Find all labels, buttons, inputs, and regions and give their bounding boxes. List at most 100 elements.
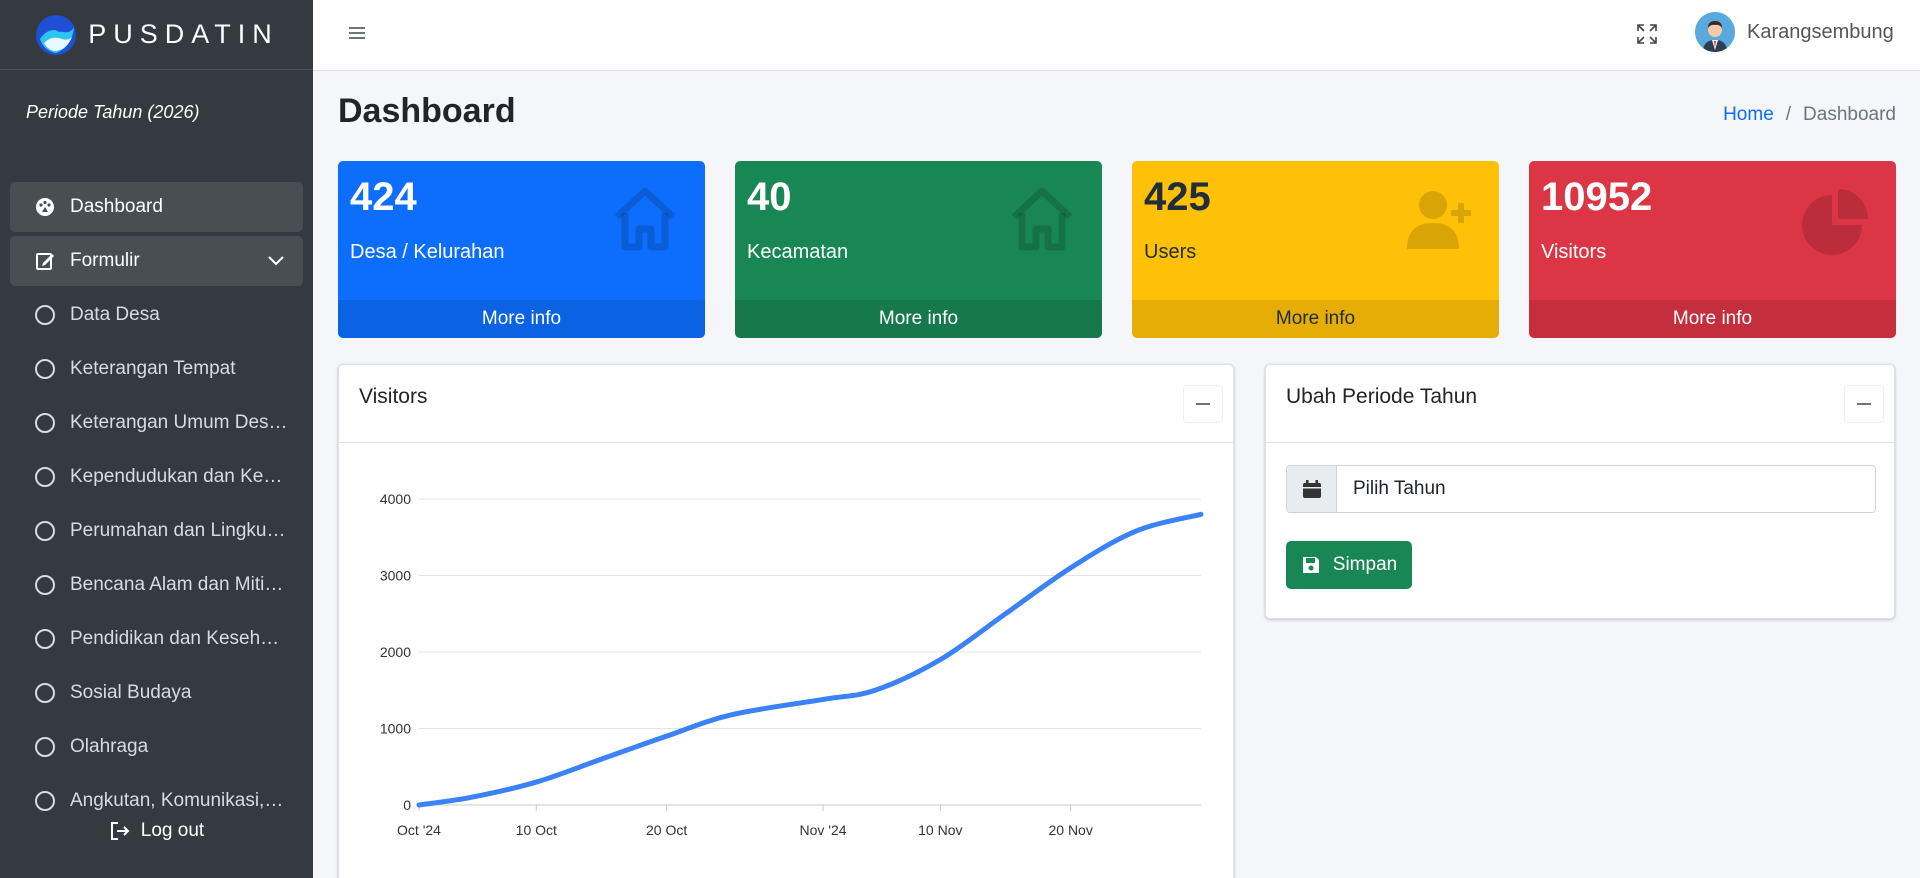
stat-card-users: 425 Users More info xyxy=(1132,161,1499,338)
sidebar-item-label: Keterangan Tempat xyxy=(70,358,236,379)
panel-title: Visitors xyxy=(359,385,428,408)
sidebar-item-data-desa[interactable]: Data Desa xyxy=(10,290,303,340)
fullscreen-icon[interactable] xyxy=(1635,22,1659,46)
minus-icon xyxy=(1196,403,1210,405)
sidebar-item-label: Bencana Alam dan Miti… xyxy=(70,574,284,595)
y-tick-label: 0 xyxy=(403,797,411,813)
sidebar-item-label: Kependudukan dan Ke… xyxy=(70,466,283,487)
calendar-icon xyxy=(1287,466,1337,512)
sidebar-item-label: Angkutan, Komunikasi,… xyxy=(70,790,284,811)
sidebar-item-kependudukan[interactable]: Kependudukan dan Ke… xyxy=(10,452,303,502)
year-select-input[interactable] xyxy=(1337,466,1875,512)
y-tick-label: 4000 xyxy=(380,491,411,507)
brand[interactable]: PUSDATIN xyxy=(0,0,313,70)
stat-value: 425 xyxy=(1144,175,1211,219)
y-tick-label: 2000 xyxy=(380,644,411,660)
stat-card-kecamatan: 40 Kecamatan More info xyxy=(735,161,1102,338)
sidebar-item-keterangan-tempat[interactable]: Keterangan Tempat xyxy=(10,344,303,394)
panel-header: Visitors xyxy=(339,365,1233,443)
visitors-chart: 0 1000 2000 3000 4000 Oct '24 10 Oct 20 Oct Nov … xyxy=(380,491,1204,838)
sidebar-item-pendidikan[interactable]: Pendidikan dan Keseh… xyxy=(10,614,303,664)
panel-header: Ubah Periode Tahun xyxy=(1266,365,1894,443)
sidebar-item-perumahan[interactable]: Perumahan dan Lingku… xyxy=(10,506,303,556)
sidebar-nav: Dashboard Formulir Data Desa Keterangan … xyxy=(0,182,313,826)
logout-icon xyxy=(110,822,130,840)
circle-icon xyxy=(34,304,56,326)
x-tick-label: 10 Oct xyxy=(516,822,557,838)
menu-toggle-icon[interactable] xyxy=(349,24,365,42)
user-menu[interactable]: Karangsembung xyxy=(1695,12,1894,52)
x-tick-label: Nov '24 xyxy=(800,822,847,838)
home-icon xyxy=(1011,187,1073,251)
circle-icon xyxy=(34,574,56,596)
save-button[interactable]: Simpan xyxy=(1286,541,1412,589)
collapse-button[interactable] xyxy=(1844,385,1884,423)
page-title: Dashboard xyxy=(338,92,516,130)
save-label: Simpan xyxy=(1332,554,1398,575)
circle-icon xyxy=(34,466,56,488)
more-info-link[interactable]: More info xyxy=(338,300,705,338)
y-tick-label: 1000 xyxy=(380,721,411,737)
breadcrumb-home-link[interactable]: Home xyxy=(1723,104,1774,126)
collapse-button[interactable] xyxy=(1183,385,1223,423)
stat-label: Desa / Kelurahan xyxy=(350,241,505,263)
sidebar-item-keterangan-umum[interactable]: Keterangan Umum Des… xyxy=(10,398,303,448)
stat-value: 424 xyxy=(350,175,417,219)
x-tick-label: 10 Nov xyxy=(918,822,962,838)
palette-icon xyxy=(34,196,56,218)
sidebar-item-label: Keterangan Umum Des… xyxy=(70,412,288,433)
circle-icon xyxy=(34,412,56,434)
chevron-down-icon xyxy=(267,250,285,272)
sidebar-item-olahraga[interactable]: Olahraga xyxy=(10,722,303,772)
stat-card-desa: 424 Desa / Kelurahan More info xyxy=(338,161,705,338)
sidebar-item-dashboard[interactable]: Dashboard xyxy=(10,182,303,232)
y-tick-label: 3000 xyxy=(380,568,411,584)
sidebar-item-label: Perumahan dan Lingku… xyxy=(70,520,286,541)
sidebar-item-label: Pendidikan dan Keseh… xyxy=(70,628,280,649)
breadcrumb-separator: / xyxy=(1785,104,1792,125)
circle-icon xyxy=(34,520,56,542)
stat-label: Visitors xyxy=(1541,241,1607,263)
more-info-link[interactable]: More info xyxy=(735,300,1102,338)
username: Karangsembung xyxy=(1747,20,1894,43)
x-tick-label: Oct '24 xyxy=(397,822,441,838)
home-icon xyxy=(614,187,676,251)
brand-logo-icon xyxy=(36,14,77,55)
year-input-group xyxy=(1286,465,1876,513)
save-icon xyxy=(1302,557,1319,573)
sidebar-item-label: Formulir xyxy=(70,250,140,271)
stat-card-visitors: 10952 Visitors More info xyxy=(1529,161,1896,338)
circle-icon xyxy=(34,682,56,704)
minus-icon xyxy=(1857,403,1871,405)
x-tick-label: 20 Nov xyxy=(1048,822,1092,838)
brand-name: PUSDATIN xyxy=(88,19,279,49)
sidebar: PUSDATIN Periode Tahun (2026) Dashboard … xyxy=(0,0,313,878)
sidebar-item-sosial-budaya[interactable]: Sosial Budaya xyxy=(10,668,303,718)
panel-title: Ubah Periode Tahun xyxy=(1286,385,1478,408)
topbar: Karangsembung xyxy=(313,0,1920,71)
sidebar-item-bencana-alam[interactable]: Bencana Alam dan Miti… xyxy=(10,560,303,610)
user-plus-icon xyxy=(1407,191,1471,249)
more-info-link[interactable]: More info xyxy=(1529,300,1896,338)
logout-label: Log out xyxy=(140,820,205,841)
stat-label: Kecamatan xyxy=(747,241,849,263)
circle-icon xyxy=(34,736,56,758)
circle-icon xyxy=(34,628,56,650)
stat-value: 40 xyxy=(747,175,792,219)
sidebar-item-angkutan[interactable]: Angkutan, Komunikasi,… xyxy=(10,776,303,826)
edit-icon xyxy=(34,250,56,272)
x-tick-label: 20 Oct xyxy=(646,822,687,838)
periode-label: Periode Tahun (2026) xyxy=(26,102,200,122)
breadcrumb: Home / Dashboard xyxy=(1723,104,1896,126)
sidebar-item-formulir[interactable]: Formulir xyxy=(10,236,303,286)
series-line xyxy=(416,511,1204,808)
visitors-panel: Visitors 0 1000 2000 3000 4000 Oct '24 10 Oct 2… xyxy=(338,364,1234,878)
sidebar-item-label: Sosial Budaya xyxy=(70,682,192,703)
more-info-link[interactable]: More info xyxy=(1132,300,1499,338)
circle-icon xyxy=(34,358,56,380)
sidebar-item-label: Data Desa xyxy=(70,304,160,325)
periode-panel: Ubah Periode Tahun Simpan xyxy=(1265,364,1895,619)
circle-icon xyxy=(34,790,56,812)
logout-button[interactable]: Log out xyxy=(0,820,313,842)
pie-chart-icon xyxy=(1802,189,1868,255)
